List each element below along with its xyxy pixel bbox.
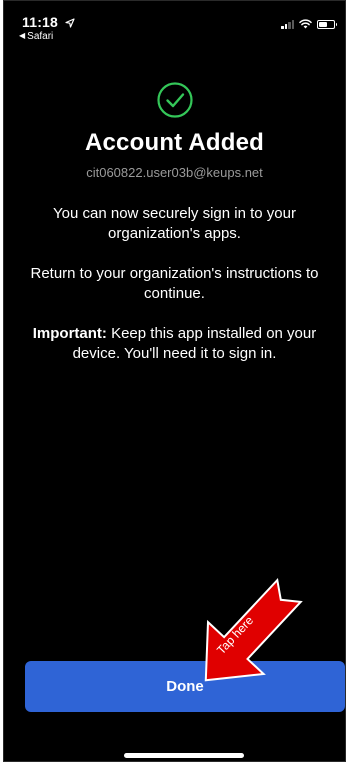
back-app-label: Safari <box>27 31 54 42</box>
check-circle-icon <box>156 82 193 118</box>
home-indicator[interactable] <box>124 753 244 758</box>
wifi-icon <box>299 19 312 29</box>
account-added-content: Account Added cit060822.user03b@keups.ne… <box>4 81 345 364</box>
phone-screen: 11:18 ◀ Safari Account Added cit060822.u… <box>3 0 346 762</box>
battery-fill <box>319 21 327 27</box>
back-to-safari-link[interactable]: ◀ Safari <box>19 31 53 42</box>
tap-here-label: Tap here <box>214 613 256 657</box>
instructions-message: Return to your organization's instructio… <box>30 265 319 302</box>
sign-in-message: You can now securely sign in to your org… <box>53 205 296 242</box>
page-title: Account Added <box>84 129 265 156</box>
important-text: Keep this app installed on your device. … <box>72 325 317 362</box>
location-arrow-icon <box>65 18 75 28</box>
important-message: Important: Keep this app installed on yo… <box>20 324 330 364</box>
account-email: cit060822.user03b@keups.net <box>86 165 263 180</box>
important-label: Important: <box>32 325 107 342</box>
back-triangle-icon: ◀ <box>19 31 26 40</box>
cellular-signal-icon <box>281 19 294 29</box>
time-text: 11:18 <box>22 14 59 30</box>
done-button[interactable]: Done <box>25 661 345 712</box>
status-bar: 11:18 ◀ Safari <box>4 1 345 45</box>
battery-icon <box>317 19 337 29</box>
status-icons <box>281 19 337 29</box>
done-button-label: Done <box>166 678 204 695</box>
status-time: 11:18 <box>22 14 75 30</box>
